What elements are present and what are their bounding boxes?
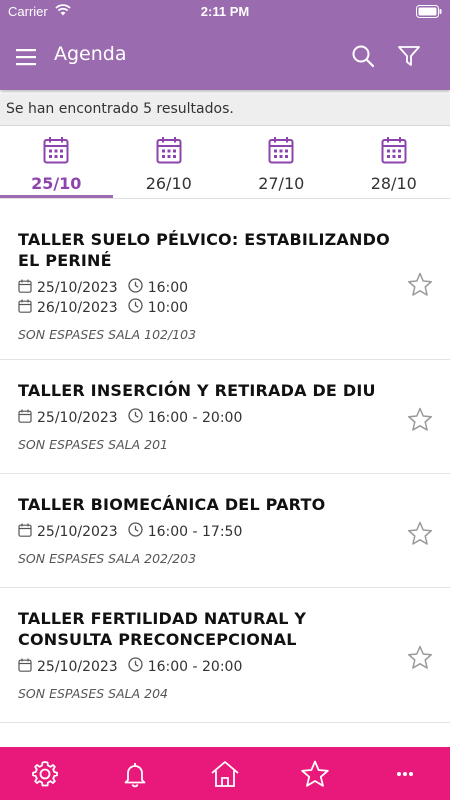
event-location: SON ESPASES SALA 201 xyxy=(18,437,168,452)
event-date: 26/10/2023 xyxy=(37,300,118,316)
event-schedule-row: 25/10/2023 16:00 - 20:00 xyxy=(18,408,390,428)
event-schedule-row: 25/10/2023 16:00 - 20:00 xyxy=(18,657,390,677)
tab-date-label: 26/10 xyxy=(145,174,192,193)
event-time: 16:00 - 20:00 xyxy=(147,410,243,426)
event-schedule-row: 26/10/2023 10:00 xyxy=(18,298,390,318)
event-card[interactable]: TALLER INSERCIÓN Y RETIRADA DE DIU 25/10/… xyxy=(0,360,450,474)
filter-icon[interactable] xyxy=(396,43,422,69)
battery-icon xyxy=(416,5,442,22)
calendar-icon xyxy=(18,409,37,428)
tab-date-0[interactable]: 25/10 xyxy=(0,126,113,198)
calendar-icon xyxy=(18,279,37,298)
event-card[interactable]: TALLER BIOMECÁNICA DEL PARTO 25/10/2023 16… xyxy=(0,474,450,588)
calendar-icon xyxy=(18,523,37,542)
home-icon[interactable] xyxy=(205,754,245,794)
favorite-star-icon[interactable] xyxy=(406,271,434,299)
tab-date-1[interactable]: 26/10 xyxy=(113,126,226,198)
calendar-icon xyxy=(18,658,37,677)
event-title: TALLER BIOMECÁNICA DEL PARTO xyxy=(18,495,326,514)
event-location: SON ESPASES SALA 102/103 xyxy=(18,327,197,342)
event-location: SON ESPASES SALA 202/203 xyxy=(18,551,197,566)
calendar-icon xyxy=(18,299,37,318)
settings-icon[interactable] xyxy=(25,754,65,794)
hamburger-menu-icon[interactable] xyxy=(14,45,38,69)
clock-icon xyxy=(128,278,148,298)
tab-date-3[interactable]: 28/10 xyxy=(338,126,450,198)
clock-icon xyxy=(128,298,148,318)
favorite-star-icon[interactable] xyxy=(406,520,434,548)
event-title: TALLER SUELO PÉLVICO: ESTABILIZANDO EL P… xyxy=(18,230,390,270)
date-tabs: 25/10 26/10 27/10 28/10 xyxy=(0,126,450,199)
more-icon[interactable] xyxy=(385,754,425,794)
clock-icon xyxy=(128,522,148,542)
event-time: 16:00 xyxy=(147,280,189,296)
event-card[interactable]: TALLER SUELO PÉLVICO: ESTABILIZANDO EL P… xyxy=(0,199,450,360)
event-time: 10:00 xyxy=(147,300,189,316)
status-bar: Carrier 2:11 PM xyxy=(0,0,450,24)
event-list: TALLER SUELO PÉLVICO: ESTABILIZANDO EL P… xyxy=(0,199,450,747)
bell-icon[interactable] xyxy=(115,754,155,794)
event-schedule-row: 25/10/2023 16:00 - 17:50 xyxy=(18,522,390,542)
event-time: 16:00 - 20:00 xyxy=(147,659,243,675)
results-count: Se han encontrado 5 resultados. xyxy=(0,94,450,126)
clock-icon xyxy=(128,408,148,428)
tab-date-label: 27/10 xyxy=(258,174,305,193)
star-icon[interactable] xyxy=(295,754,335,794)
clock: 2:11 PM xyxy=(200,4,250,19)
tab-date-label: 28/10 xyxy=(370,174,417,193)
favorite-star-icon[interactable] xyxy=(406,644,434,672)
event-date: 25/10/2023 xyxy=(37,280,118,296)
event-time: 16:00 - 17:50 xyxy=(147,524,243,540)
event-title: TALLER INSERCIÓN Y RETIRADA DE DIU xyxy=(18,381,376,400)
clock-icon xyxy=(128,657,148,677)
favorite-star-icon[interactable] xyxy=(406,406,434,434)
tab-date-label: 25/10 xyxy=(31,174,82,193)
page-title: Agenda xyxy=(54,43,127,65)
bottom-nav xyxy=(0,747,450,800)
search-icon[interactable] xyxy=(350,43,376,69)
event-location: SON ESPASES SALA 204 xyxy=(18,686,168,701)
event-date: 25/10/2023 xyxy=(37,410,118,426)
event-date: 25/10/2023 xyxy=(37,524,118,540)
event-card[interactable]: TALLER FERTILIDAD NATURAL Y CONSULTA PRE… xyxy=(0,588,450,723)
app-bar: Agenda xyxy=(0,24,450,90)
event-date: 25/10/2023 xyxy=(37,659,118,675)
event-title: TALLER FERTILIDAD NATURAL Y CONSULTA PRE… xyxy=(18,609,307,649)
tab-date-2[interactable]: 27/10 xyxy=(225,126,338,198)
event-schedule-row: 25/10/2023 16:00 xyxy=(18,278,390,298)
